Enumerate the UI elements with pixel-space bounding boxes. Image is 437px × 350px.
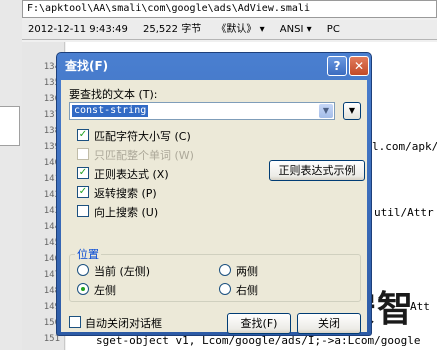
line-number: 148 — [43, 286, 60, 296]
file-size: 25,522 字节 — [143, 24, 202, 35]
dialog-title[interactable]: 查找(F) — [57, 53, 371, 79]
line-number: 137 — [43, 110, 60, 120]
position-left-radio[interactable] — [77, 283, 89, 295]
line-number: 140 — [43, 158, 60, 168]
line-number: 149 — [43, 302, 60, 312]
radio-selected-dot — [81, 287, 85, 291]
wrap-search-checkbox[interactable]: ✓ — [77, 186, 89, 198]
auto-close-label[interactable]: 自动关闭对话框 — [85, 315, 162, 331]
history-dropdown-button[interactable]: ▼ — [343, 102, 361, 120]
line-number: 147 — [43, 270, 60, 280]
help-button[interactable]: ? — [327, 56, 347, 76]
file-datetime: 2012-12-11 9:43:49 — [28, 24, 128, 35]
auto-close-checkbox[interactable] — [69, 316, 81, 328]
find-text-combobox[interactable]: const-string ▼ — [69, 102, 335, 120]
whole-word-label: 只匹配整个单词 (W) — [94, 149, 194, 162]
file-info-bar: 2012-12-11 9:43:49 25,522 字节 《默认》 ▾ ANSI… — [22, 20, 437, 40]
line-number: 138 — [43, 126, 60, 136]
close-button[interactable]: 关闭 — [297, 313, 361, 334]
position-both-radio[interactable] — [219, 264, 231, 276]
file-path-bar: F:\apktool\AA\smali\com\google\ads\AdVie… — [22, 0, 437, 18]
line-number: 151 — [43, 334, 60, 344]
line-number: 145 — [43, 238, 60, 248]
side-panel-fragment — [0, 106, 20, 146]
left-strip — [0, 0, 22, 350]
match-case-label[interactable]: 匹配字符大小写 (C) — [94, 128, 191, 144]
position-right-radio[interactable] — [219, 283, 231, 295]
position-group-title: 位置 — [75, 246, 101, 262]
line-number: 142 — [43, 190, 60, 200]
regex-label[interactable]: 正则表达式 (X) — [94, 166, 169, 182]
encoding-dropdown[interactable]: 《默认》 ▾ — [216, 24, 264, 35]
code-fragment: l.com/apk/ — [372, 140, 437, 153]
position-current-radio[interactable] — [77, 264, 89, 276]
line-number: 135 — [43, 78, 60, 88]
line-number: 143 — [43, 206, 60, 216]
find-dialog: 查找(F) ? ✕ 要查找的文本 (T): const-string ▼ ▼ ✓… — [56, 52, 372, 336]
find-text-value[interactable]: const-string — [72, 105, 149, 117]
whole-word-checkbox — [77, 148, 89, 160]
line-number: 146 — [43, 254, 60, 264]
find-text-label: 要查找的文本 (T): — [69, 88, 158, 101]
regex-examples-button[interactable]: 正则表达式示例 — [269, 160, 365, 181]
regex-checkbox[interactable]: ✓ — [77, 167, 89, 179]
dialog-body: 要查找的文本 (T): const-string ▼ ▼ ✓ 匹配字符大小写 (… — [61, 80, 367, 334]
find-button[interactable]: 查找(F) — [227, 313, 291, 334]
line-number: 136 — [43, 94, 60, 104]
position-current-label[interactable]: 当前 (左侧) — [94, 263, 150, 279]
match-case-checkbox[interactable]: ✓ — [77, 129, 89, 141]
line-number: 139 — [43, 142, 60, 152]
wrap-search-label[interactable]: 返转搜索 (P) — [94, 185, 157, 201]
position-right-label[interactable]: 右侧 — [236, 282, 258, 298]
chevron-down-icon[interactable]: ▼ — [319, 104, 333, 118]
line-number: 150 — [43, 318, 60, 328]
search-up-checkbox[interactable] — [77, 205, 89, 217]
line-number: 134 — [43, 62, 60, 72]
line-ending-label: PC — [326, 24, 340, 35]
search-up-label[interactable]: 向上搜索 (U) — [94, 204, 158, 220]
code-fragment: util/Attr — [374, 206, 434, 219]
position-left-label[interactable]: 左侧 — [94, 282, 116, 298]
line-number: 144 — [43, 222, 60, 232]
position-both-label[interactable]: 两侧 — [236, 263, 258, 279]
line-number: 141 — [43, 174, 60, 184]
charset-dropdown[interactable]: ANSI ▾ — [280, 24, 312, 35]
close-icon[interactable]: ✕ — [349, 56, 369, 76]
